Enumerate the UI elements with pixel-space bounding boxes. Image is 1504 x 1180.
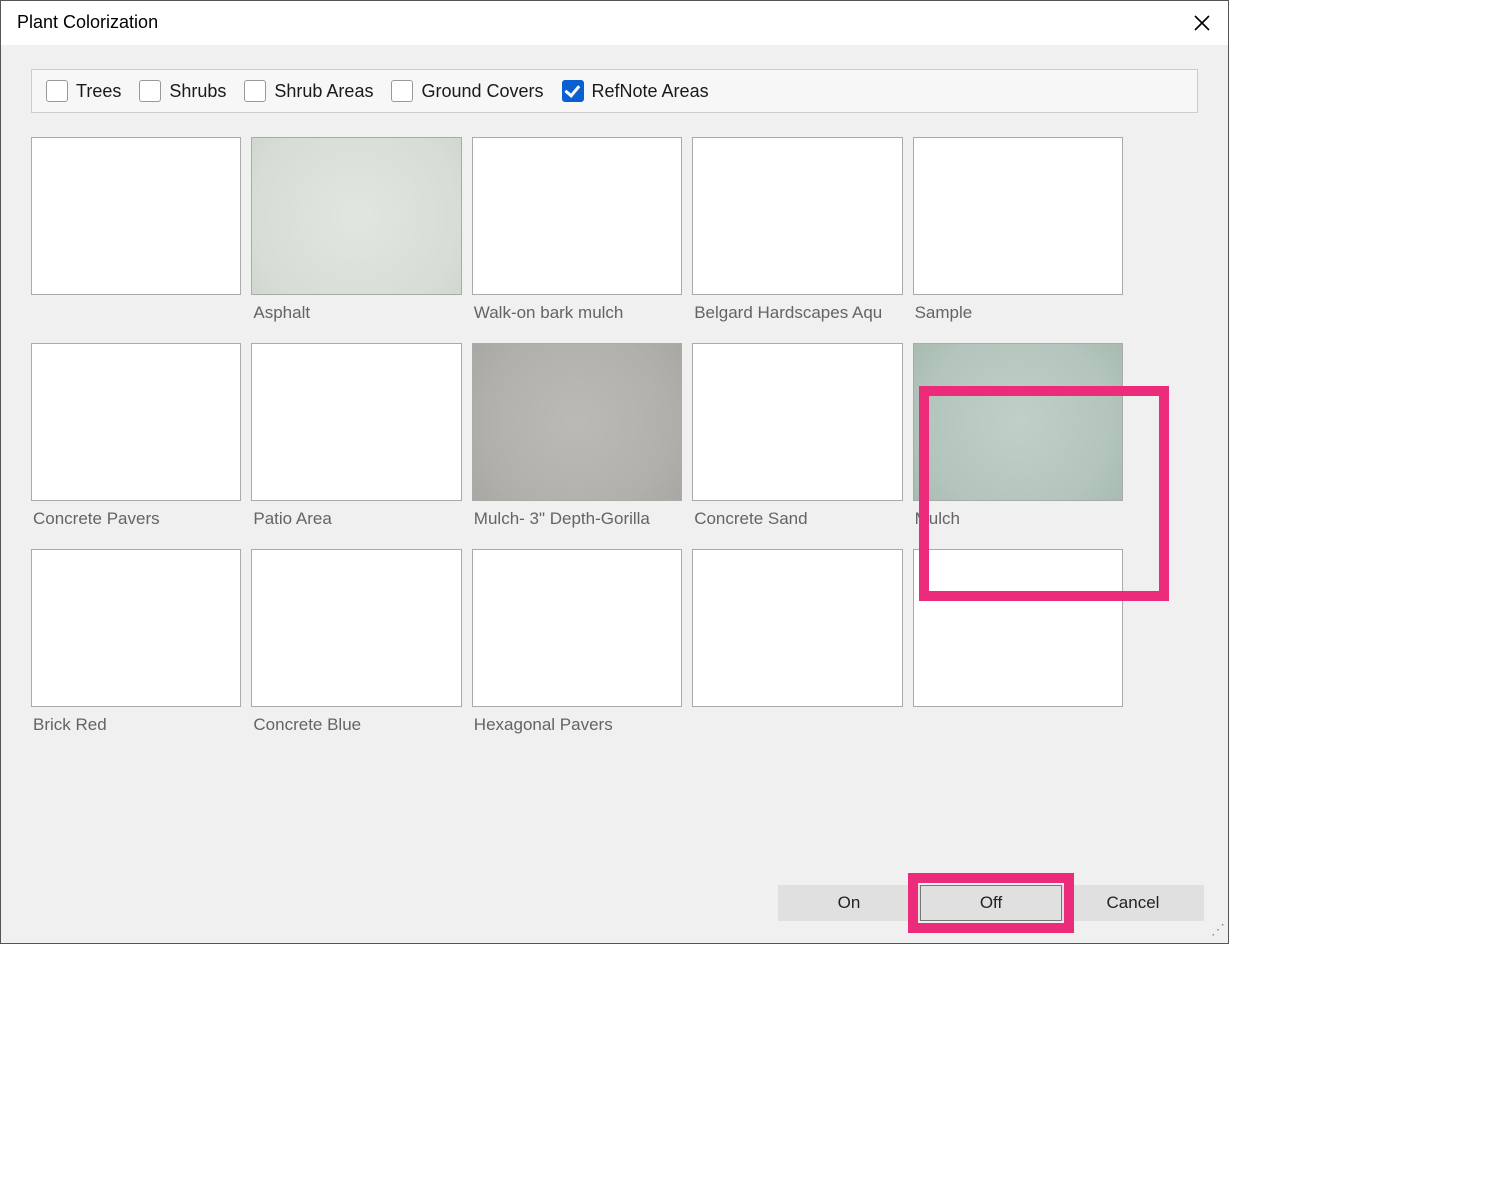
swatch-preview[interactable] (692, 137, 902, 295)
swatch-preview[interactable] (692, 549, 902, 707)
swatch-cell[interactable]: Mulch- 3" Depth-Gorilla (472, 343, 682, 539)
swatch-cell[interactable] (692, 549, 902, 745)
checkbox-ground-covers[interactable]: Ground Covers (391, 80, 543, 102)
swatch-label: Mulch (913, 501, 1123, 539)
swatch-preview[interactable] (472, 343, 682, 501)
swatch-preview[interactable] (913, 549, 1123, 707)
swatch-label: Brick Red (31, 707, 241, 745)
swatch-label: Walk-on bark mulch (472, 295, 682, 333)
filter-bar: Trees Shrubs Shrub Areas Ground Covers R… (31, 69, 1198, 113)
swatch-label: Concrete Sand (692, 501, 902, 539)
button-bar: On Off Cancel (778, 885, 1204, 921)
checkbox-label: Shrub Areas (274, 81, 373, 102)
swatch-preview[interactable] (251, 343, 461, 501)
swatch-cell[interactable] (913, 549, 1123, 745)
checkbox-icon (562, 80, 584, 102)
resize-grip-icon[interactable]: ⋰ (1211, 926, 1225, 940)
swatch-preview[interactable] (31, 137, 241, 295)
swatch-label: Patio Area (251, 501, 461, 539)
checkbox-trees[interactable]: Trees (46, 80, 121, 102)
checkbox-label: Ground Covers (421, 81, 543, 102)
swatch-preview[interactable] (472, 549, 682, 707)
checkbox-icon (46, 80, 68, 102)
swatch-cell[interactable]: Concrete Sand (692, 343, 902, 539)
swatch-cell[interactable]: Concrete Blue (251, 549, 461, 745)
swatch-preview[interactable] (692, 343, 902, 501)
on-button[interactable]: On (778, 885, 920, 921)
checkbox-label: RefNote Areas (592, 81, 709, 102)
swatch-cell[interactable]: Belgard Hardscapes Aqu (692, 137, 902, 333)
checkbox-icon (139, 80, 161, 102)
swatch-preview[interactable] (251, 549, 461, 707)
off-button[interactable]: Off (920, 885, 1062, 921)
checkbox-label: Trees (76, 81, 121, 102)
plant-colorization-dialog: Plant Colorization Trees Shrubs Shrub Ar… (0, 0, 1229, 944)
swatch-label: Concrete Blue (251, 707, 461, 745)
swatch-preview[interactable] (31, 549, 241, 707)
swatch-label: Hexagonal Pavers (472, 707, 682, 745)
swatch-label (31, 295, 241, 313)
checkbox-icon (244, 80, 266, 102)
close-icon[interactable] (1188, 9, 1216, 37)
swatch-grid: Asphalt Walk-on bark mulch Belgard Hardsca… (31, 137, 1123, 745)
swatch-preview[interactable] (251, 137, 461, 295)
swatch-cell[interactable]: Sample (913, 137, 1123, 333)
swatch-label (913, 707, 1123, 725)
swatch-preview[interactable] (913, 343, 1123, 501)
cancel-button[interactable]: Cancel (1062, 885, 1204, 921)
swatch-label: Concrete Pavers (31, 501, 241, 539)
swatch-cell[interactable]: Walk-on bark mulch (472, 137, 682, 333)
swatch-cell[interactable]: Asphalt (251, 137, 461, 333)
swatch-cell[interactable]: Hexagonal Pavers (472, 549, 682, 745)
checkbox-refnote-areas[interactable]: RefNote Areas (562, 80, 709, 102)
swatch-preview[interactable] (31, 343, 241, 501)
checkbox-shrub-areas[interactable]: Shrub Areas (244, 80, 373, 102)
swatch-label: Sample (913, 295, 1123, 333)
swatch-preview[interactable] (913, 137, 1123, 295)
titlebar: Plant Colorization (1, 1, 1228, 45)
swatch-cell[interactable]: Patio Area (251, 343, 461, 539)
swatch-cell[interactable]: Brick Red (31, 549, 241, 745)
swatch-cell[interactable]: Concrete Pavers (31, 343, 241, 539)
swatch-label: Mulch- 3" Depth-Gorilla (472, 501, 682, 539)
swatch-label: Belgard Hardscapes Aqu (692, 295, 902, 333)
dialog-content: Trees Shrubs Shrub Areas Ground Covers R… (1, 45, 1228, 745)
swatch-cell[interactable]: Mulch (913, 343, 1123, 539)
swatch-preview[interactable] (472, 137, 682, 295)
swatch-label (692, 707, 902, 725)
dialog-title: Plant Colorization (17, 12, 158, 33)
checkbox-shrubs[interactable]: Shrubs (139, 80, 226, 102)
swatch-cell[interactable] (31, 137, 241, 333)
checkbox-icon (391, 80, 413, 102)
checkbox-label: Shrubs (169, 81, 226, 102)
swatch-label: Asphalt (251, 295, 461, 333)
